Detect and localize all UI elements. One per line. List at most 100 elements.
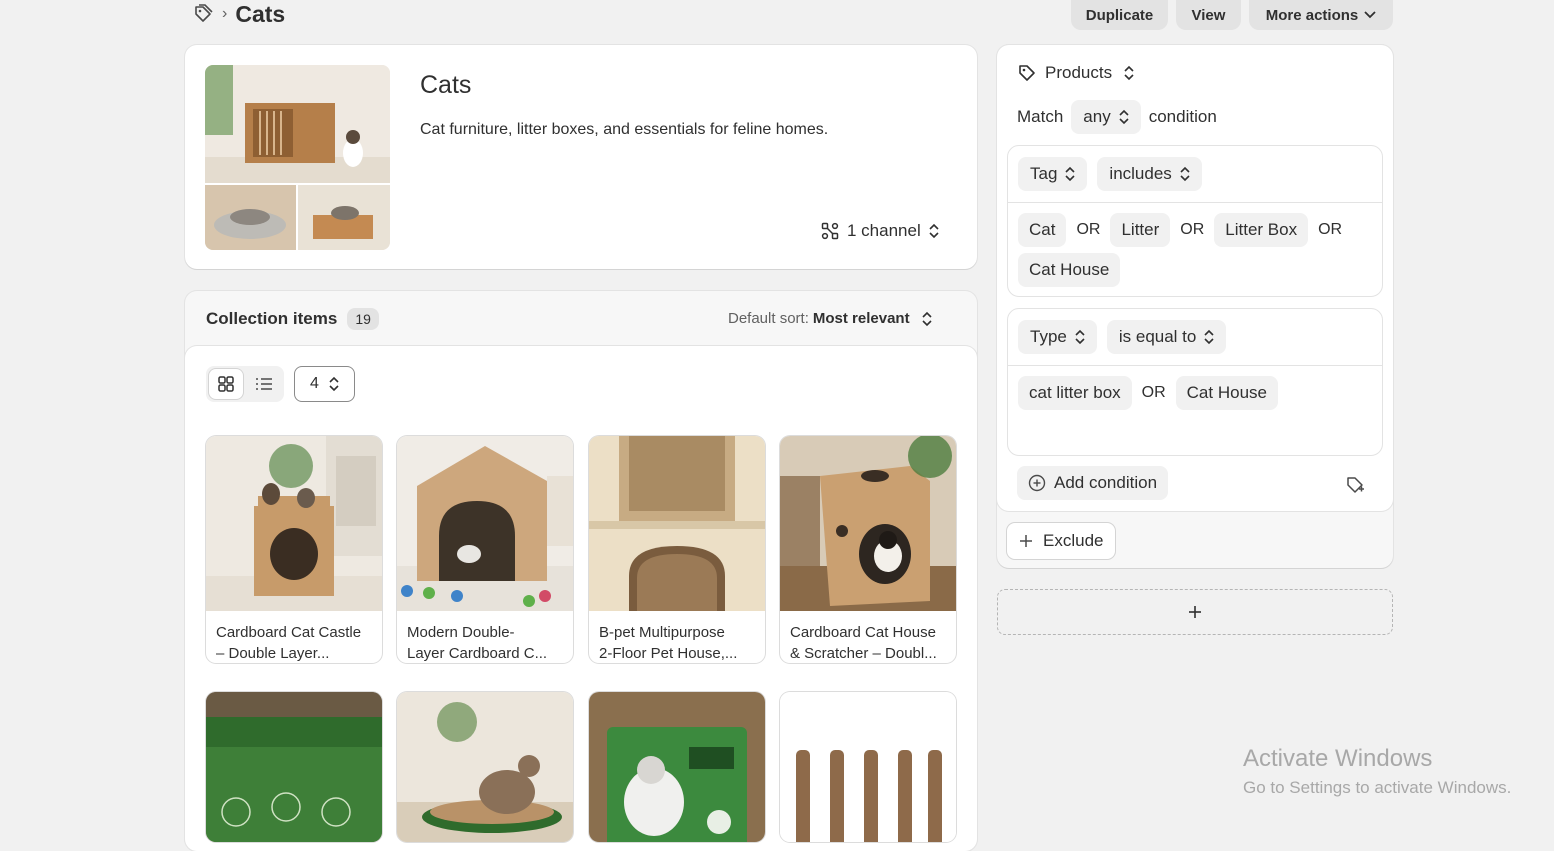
plus-circle-icon — [1028, 474, 1046, 492]
product-image — [780, 436, 956, 611]
sort-value: Most relevant — [812, 310, 910, 327]
field-value: Tag — [1030, 164, 1058, 183]
add-tag-condition-icon[interactable] — [1345, 475, 1365, 500]
collection-summary-card: Cats Cat furniture, litter boxes, and es… — [185, 45, 977, 269]
view-toggle — [206, 366, 284, 402]
product-image — [206, 436, 382, 611]
product-image — [206, 692, 382, 842]
item-count-badge: 19 — [347, 308, 379, 330]
value-chip[interactable]: Cat House — [1175, 376, 1278, 410]
sort-selector[interactable]: Default sort: Most relevant — [728, 310, 932, 327]
activate-windows-title: Activate Windows — [1243, 745, 1433, 772]
operator-select[interactable]: is equal to — [1106, 320, 1227, 354]
collection-description: Cat furniture, litter boxes, and essenti… — [420, 121, 829, 138]
product-title-line: Modern Double- — [407, 624, 515, 641]
value-chip[interactable]: cat litter box — [1018, 376, 1132, 410]
field-select[interactable]: Tag — [1018, 157, 1088, 191]
product-card[interactable] — [780, 692, 956, 842]
product-card[interactable]: Cardboard Cat Castle – Double Layer... — [206, 436, 382, 663]
product-image — [397, 436, 573, 611]
collection-title: Cats — [420, 71, 472, 99]
select-arrows-icon — [329, 376, 339, 392]
page-title: Cats — [235, 0, 286, 27]
chevron-down-icon — [1364, 11, 1376, 19]
plus-icon — [1020, 535, 1032, 547]
select-arrows-icon — [1180, 166, 1190, 182]
collection-items-heading: Collection items 19 — [206, 308, 379, 330]
value-chip[interactable]: Litter — [1110, 213, 1171, 247]
duplicate-button[interactable]: Duplicate — [1071, 0, 1168, 30]
condition-label: condition — [1148, 107, 1217, 126]
condition-fields-row: Tag includes — [1018, 157, 1202, 191]
operator-value: includes — [1109, 164, 1172, 183]
condition-group: Tag includes Cat OR Litter OR Litter Box… — [1007, 145, 1383, 297]
collection-image[interactable] — [205, 65, 390, 250]
match-label: Match — [1017, 107, 1064, 126]
product-title: Modern Double- Layer Cardboard C... — [397, 611, 573, 663]
add-condition-button[interactable]: Add condition — [1017, 466, 1169, 500]
products-label: Products — [1045, 63, 1113, 82]
product-card[interactable]: Cardboard Cat House & Scratcher – Doubl..… — [780, 436, 956, 663]
select-arrows-icon — [922, 311, 932, 326]
collection-tag-icon[interactable] — [192, 3, 214, 25]
product-title-line: Layer Cardboard C... — [407, 645, 548, 662]
product-image — [397, 692, 573, 842]
operator-value: is equal to — [1118, 327, 1197, 346]
select-arrows-icon — [1075, 329, 1085, 345]
columns-value: 4 — [310, 375, 319, 392]
product-title-line: – Double Layer... — [216, 645, 330, 662]
channels-icon — [821, 222, 839, 240]
activate-windows-subtitle: Go to Settings to activate Windows. — [1243, 778, 1512, 797]
exclude-button[interactable]: Exclude — [1007, 523, 1116, 559]
match-row: Match any condition — [1017, 100, 1217, 134]
channels-selector[interactable]: 1 channel — [821, 221, 939, 241]
sort-label: Default sort: — [728, 310, 809, 327]
product-card[interactable] — [589, 692, 765, 842]
product-card[interactable]: B-pet Multipurpose 2-Floor Pet House,... — [589, 436, 765, 663]
divider — [1008, 365, 1382, 366]
product-title-line: Cardboard Cat House — [790, 624, 936, 641]
or-separator: OR — [1141, 384, 1166, 401]
breadcrumb: › Cats — [192, 0, 285, 28]
match-select[interactable]: any — [1071, 100, 1141, 134]
value-chip[interactable]: Cat — [1018, 213, 1067, 247]
product-title: Cardboard Cat House & Scratcher – Doubl..… — [780, 611, 956, 663]
condition-values: Cat OR Litter OR Litter Box OR Cat House — [1018, 213, 1368, 287]
product-card[interactable] — [397, 692, 573, 842]
columns-selector[interactable]: 4 — [294, 366, 355, 402]
exclude-label: Exclude — [1043, 531, 1104, 550]
product-title-line: B-pet Multipurpose — [599, 624, 725, 641]
more-actions-label: More actions — [1265, 6, 1359, 24]
list-icon — [256, 378, 272, 390]
more-actions-button[interactable]: More actions — [1249, 0, 1393, 30]
product-image — [589, 692, 765, 842]
select-arrows-icon — [929, 223, 939, 239]
product-image — [589, 436, 765, 611]
or-separator: OR — [1318, 221, 1343, 238]
condition-fields-row: Type is equal to — [1018, 320, 1227, 354]
value-chip[interactable]: Cat House — [1018, 253, 1121, 287]
select-arrows-icon — [1065, 166, 1075, 182]
value-chip[interactable]: Litter Box — [1214, 213, 1309, 247]
field-select[interactable]: Type — [1018, 320, 1097, 354]
plus-icon — [1189, 606, 1201, 618]
list-view-button[interactable] — [247, 369, 281, 399]
grid-view-button[interactable] — [209, 369, 243, 399]
channels-label: 1 channel — [847, 221, 921, 240]
operator-select[interactable]: includes — [1097, 157, 1202, 191]
condition-group: Type is equal to cat litter box OR Cat H… — [1007, 308, 1383, 456]
product-title-line: 2-Floor Pet House,... — [599, 645, 738, 662]
products-type-selector[interactable]: Products — [1017, 63, 1134, 83]
product-title: B-pet Multipurpose 2-Floor Pet House,... — [589, 611, 765, 663]
grid-icon — [218, 376, 234, 392]
chevron-right-icon: › — [222, 5, 228, 22]
select-arrows-icon — [1124, 65, 1134, 81]
field-value: Type — [1030, 327, 1067, 346]
view-button[interactable]: View — [1176, 0, 1241, 30]
add-condition-label: Add condition — [1054, 473, 1158, 492]
product-title-line: & Scratcher – Doubl... — [790, 645, 937, 662]
product-card[interactable]: Modern Double- Layer Cardboard C... — [397, 436, 573, 663]
product-card[interactable] — [206, 692, 382, 842]
add-section-button[interactable] — [997, 589, 1393, 635]
product-image — [780, 692, 956, 842]
